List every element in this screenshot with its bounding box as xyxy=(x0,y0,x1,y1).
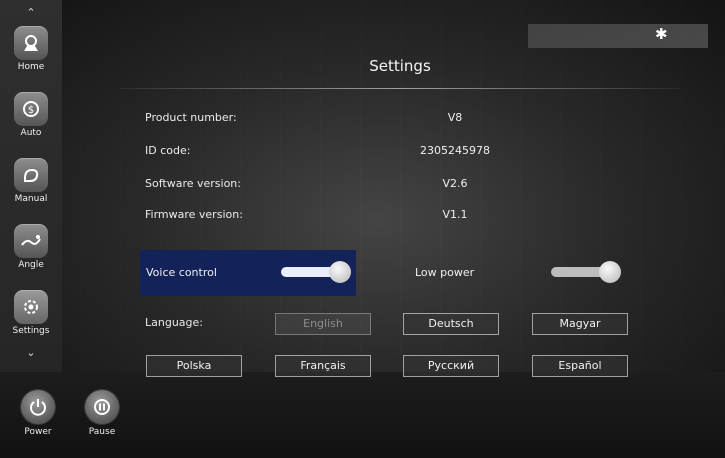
software-version-value: V2.6 xyxy=(442,177,468,190)
app-screen: ⌃ Home $ Auto Manual Angle Settings ⌄ Po… xyxy=(0,0,725,458)
sidebar-item-settings[interactable]: Settings xyxy=(0,290,62,352)
power-icon xyxy=(21,390,55,424)
low-power-toggle[interactable] xyxy=(551,261,621,283)
language-option-english[interactable]: English xyxy=(275,313,371,335)
toggle-knob xyxy=(329,261,351,283)
sidebar-item-auto[interactable]: $ Auto xyxy=(0,92,62,154)
settings-icon xyxy=(14,290,48,324)
sidebar: ⌃ Home $ Auto Manual Angle Settings ⌄ xyxy=(0,0,62,372)
low-power-label: Low power xyxy=(415,266,475,279)
auto-icon: $ xyxy=(14,92,48,126)
product-number-label: Product number: xyxy=(145,111,237,124)
sidebar-item-manual[interactable]: Manual xyxy=(0,158,62,220)
pause-button[interactable]: Pause xyxy=(73,390,131,437)
sidebar-item-label: Angle xyxy=(18,260,44,270)
power-button[interactable]: Power xyxy=(9,390,67,437)
sidebar-item-label: Settings xyxy=(12,326,50,336)
sidebar-item-label: Home xyxy=(17,62,45,72)
voice-control-toggle[interactable] xyxy=(281,261,351,283)
power-label: Power xyxy=(24,427,52,437)
language-option-polska[interactable]: Polska xyxy=(146,355,242,377)
voice-control-label: Voice control xyxy=(146,266,217,279)
firmware-version-value: V1.1 xyxy=(442,208,468,221)
bluetooth-icon: ✱ xyxy=(655,25,668,43)
sidebar-item-label: Auto xyxy=(20,128,42,138)
manual-icon xyxy=(14,158,48,192)
id-code-value: 2305245978 xyxy=(420,144,490,157)
language-option-magyar[interactable]: Magyar xyxy=(532,313,628,335)
language-option-francais[interactable]: Français xyxy=(275,355,371,377)
id-code-label: ID code: xyxy=(145,144,191,157)
language-option-espanol[interactable]: Español xyxy=(532,355,628,377)
firmware-version-label: Firmware version: xyxy=(145,208,243,221)
bottom-control-bar: Power Pause xyxy=(0,372,725,458)
language-option-deutsch[interactable]: Deutsch xyxy=(403,313,499,335)
software-version-label: Software version: xyxy=(145,177,241,190)
status-bar xyxy=(528,24,708,48)
title-divider xyxy=(120,88,680,89)
angle-icon xyxy=(14,224,48,258)
scroll-up-chevron-icon[interactable]: ⌃ xyxy=(0,6,62,19)
product-number-value: V8 xyxy=(447,111,463,124)
pause-icon xyxy=(85,390,119,424)
pause-label: Pause xyxy=(88,427,116,437)
language-label: Language: xyxy=(145,316,203,329)
page-title: Settings xyxy=(369,57,431,75)
sidebar-item-angle[interactable]: Angle xyxy=(0,224,62,286)
sidebar-item-home[interactable]: Home xyxy=(0,26,62,88)
scroll-down-chevron-icon[interactable]: ⌄ xyxy=(0,346,62,359)
language-option-russian[interactable]: Русский xyxy=(403,355,499,377)
home-icon xyxy=(14,26,48,60)
svg-text:$: $ xyxy=(28,105,34,116)
toggle-knob xyxy=(599,261,621,283)
sidebar-item-label: Manual xyxy=(14,194,48,204)
